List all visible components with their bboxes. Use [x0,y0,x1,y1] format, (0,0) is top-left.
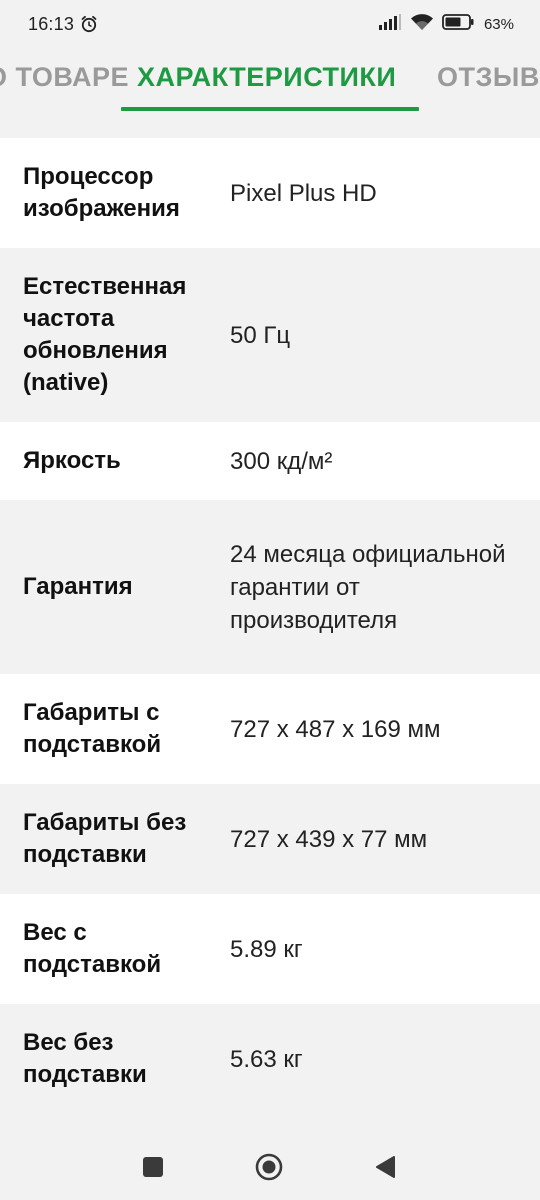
spec-row-dimensions-with-stand: Габариты с подставкой 727 x 487 x 169 мм [0,674,540,784]
spec-value: 50 Гц [230,321,291,349]
alarm-icon [80,15,98,33]
system-navigation-bar [0,1136,540,1200]
active-tab-indicator [121,107,419,111]
spec-row-image-processor: Процессор изображения Pixel Plus HD [0,138,540,248]
signal-icon [378,13,402,35]
spec-value: 5.63 кг [230,1045,303,1073]
spec-row-brightness: Яркость 300 кд/м² [0,422,540,500]
spec-label: Яркость [23,447,121,474]
back-triangle-icon[interactable] [370,1152,400,1182]
spec-value: 727 x 487 x 169 мм [230,715,441,743]
status-icons: 63% [378,13,514,36]
home-circle-icon[interactable] [254,1152,284,1182]
spec-list: Процессор изображения Pixel Plus HD Есте… [0,138,540,1114]
spec-row-weight-with-stand: Вес с подставкой 5.89 кг [0,894,540,1004]
status-time: 16:13 [28,13,75,34]
spec-row-weight-without-stand: Вес без подставки 5.63 кг [0,1004,540,1114]
spec-value: 5.89 кг [230,935,303,963]
tab-about-product[interactable]: О ТОВАРЕ [0,62,129,93]
tab-bar: О ТОВАРЕ ХАРАКТЕРИСТИКИ ОТЗЫВЫ [0,48,540,112]
spec-row-refresh-rate: Естественная частота обновления (native)… [0,248,540,422]
spec-value: Pixel Plus HD [230,179,377,207]
spec-label: Естественная частота обновления (native) [23,273,187,396]
battery-icon [442,13,474,35]
recents-square-icon[interactable] [138,1152,168,1182]
spec-row-warranty: Гарантия 24 месяца официальной гарантии … [0,500,540,674]
spec-value: 24 месяца официальной гарантии от произв… [230,540,506,634]
spec-label: Габариты с подставкой [23,699,162,758]
spec-label: Вес без подставки [23,1029,147,1088]
status-bar: 16:13 63% [0,0,540,48]
wifi-icon [410,13,434,36]
tab-reviews[interactable]: ОТЗЫВЫ [437,62,540,93]
battery-percentage: 63% [483,15,514,33]
tab-characteristics[interactable]: ХАРАКТЕРИСТИКИ [137,62,396,93]
spec-value: 300 кд/м² [230,447,333,475]
spec-row-dimensions-without-stand: Габариты без подставки 727 x 439 x 77 мм [0,784,540,894]
spec-label: Гарантия [23,573,133,600]
spec-label: Процессор изображения [23,163,180,222]
spec-label: Вес с подставкой [23,919,162,978]
spec-value: 727 x 439 x 77 мм [230,825,428,853]
spec-label: Габариты без подставки [23,809,187,868]
